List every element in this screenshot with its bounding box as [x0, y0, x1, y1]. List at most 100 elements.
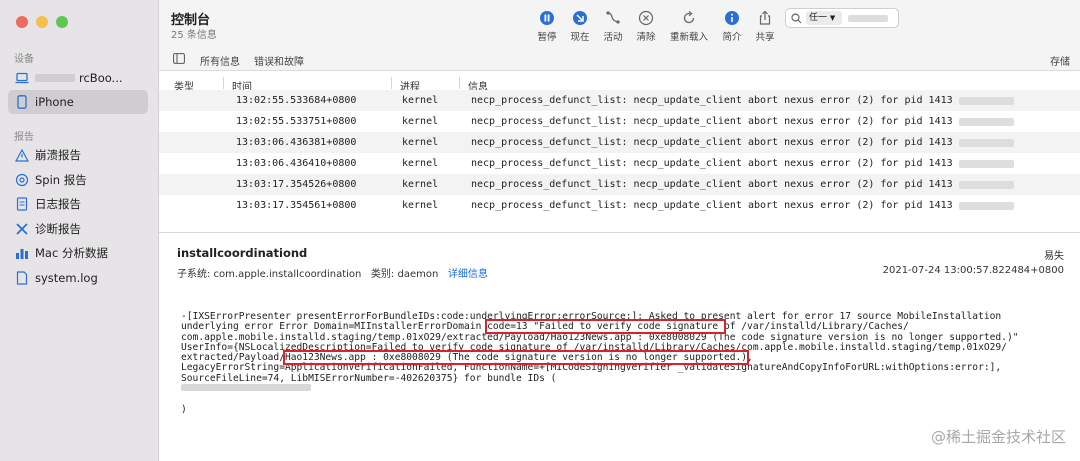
chevron-down-icon: ▼ [829, 14, 836, 22]
message-count: 25 条信息 [171, 30, 217, 41]
sidebar-item-crash-reports[interactable]: 崩溃报告 [8, 143, 148, 167]
cell-time: 13:03:17.354526+0800 [236, 179, 357, 190]
spin-icon [15, 173, 29, 187]
file-icon [15, 271, 29, 285]
warning-icon [15, 148, 29, 162]
activity-label: 活动 [603, 32, 623, 43]
table-row[interactable]: 13:03:17.354526+0800 kernel necp_process… [159, 174, 1080, 195]
sidebar-item-label: 崩溃报告 [35, 148, 81, 162]
sidebar-item-iphone[interactable]: iPhone [8, 90, 148, 114]
table-row[interactable]: 13:03:06.436410+0800 kernel necp_process… [159, 153, 1080, 174]
redacted-text [959, 202, 1014, 210]
save-button[interactable]: 存储 [1050, 53, 1070, 68]
redacted-search-text [848, 15, 888, 22]
cell-process: kernel [402, 158, 439, 169]
sidebar-toggle-icon[interactable] [173, 53, 185, 67]
cell-message: necp_process_defunct_list: necp_update_c… [471, 158, 953, 169]
sidebar-item-label: 日志报告 [35, 197, 81, 211]
cell-message: necp_process_defunct_list: necp_update_c… [471, 137, 953, 148]
pause-icon [539, 10, 555, 26]
sidebar-item-log-reports[interactable]: 日志报告 [8, 192, 148, 216]
bar-chart-icon [15, 246, 29, 260]
devices-section-title: 设备 [14, 54, 34, 65]
search-token[interactable]: 任一 ▼ [806, 11, 842, 25]
table-row[interactable]: 13:03:17.354561+0800 kernel necp_process… [159, 195, 1080, 216]
redacted-text [959, 118, 1014, 126]
detail-message-type: 易失 [1044, 251, 1064, 262]
cell-time: 13:03:06.436410+0800 [236, 158, 357, 169]
detail-timestamp: 2021-07-24 13:00:57.822484+0800 [882, 265, 1064, 276]
sidebar-item-mac[interactable]: rcBoo... [8, 66, 148, 90]
cell-time: 13:02:55.533684+0800 [236, 95, 357, 106]
sidebar-item-iphone-label: iPhone [35, 95, 74, 109]
redacted-name [35, 74, 75, 82]
share-icon [757, 10, 773, 26]
reports-section-title: 报告 [14, 132, 34, 143]
sidebar-item-mac-label: rcBoo... [79, 71, 123, 85]
tools-icon [15, 222, 29, 236]
minimize-window-button[interactable] [36, 16, 48, 28]
cell-process: kernel [402, 200, 439, 211]
cell-process: kernel [402, 137, 439, 148]
cell-time: 13:03:06.436381+0800 [236, 137, 357, 148]
column-divider[interactable] [223, 77, 224, 89]
sidebar: 设备 rcBoo... iPhone 报告 崩溃报告 Spin 报告 日志报告 … [0, 0, 159, 461]
detail-category: 类别: daemon [370, 269, 439, 280]
filter-bar: 所有信息 错误和故障 存储 [159, 48, 1080, 71]
share-label: 共享 [755, 32, 775, 43]
detail-meta: 子系统: com.apple.installcoordination 类别: d… [177, 265, 488, 280]
message-line: SourceFileLine=74, LibMISErrorNumber=-40… [181, 372, 557, 384]
table-row[interactable]: 13:02:55.533751+0800 kernel necp_process… [159, 111, 1080, 132]
search-field[interactable]: 任一 ▼ [785, 8, 899, 28]
now-label: 现在 [570, 32, 590, 43]
zoom-window-button[interactable] [56, 16, 68, 28]
sidebar-item-diagnostic-reports[interactable]: 诊断报告 [8, 217, 148, 241]
laptop-icon [15, 71, 29, 85]
phone-icon [15, 95, 29, 109]
share-button[interactable]: 共享 [745, 10, 785, 43]
cell-time: 13:03:17.354561+0800 [236, 200, 357, 211]
sidebar-item-spin-reports[interactable]: Spin 报告 [8, 168, 148, 192]
reload-button[interactable]: 重新载入 [667, 10, 711, 43]
close-window-button[interactable] [16, 16, 28, 28]
cell-process: kernel [402, 95, 439, 106]
sidebar-item-label: Mac 分析数据 [35, 246, 108, 260]
table-row[interactable]: 13:02:55.533684+0800 kernel necp_process… [159, 90, 1080, 111]
detail-process-name: installcoordinationd [177, 246, 308, 260]
info-icon [724, 10, 740, 26]
column-divider[interactable] [391, 77, 392, 89]
cell-message: necp_process_defunct_list: necp_update_c… [471, 179, 953, 190]
document-icon [15, 197, 29, 211]
pause-label: 暂停 [537, 32, 557, 43]
detail-message-body[interactable]: -[IXSErrorPresenter presentErrorForBundl… [181, 311, 1061, 415]
filter-errors-faults[interactable]: 错误和故障 [254, 53, 304, 68]
clear-label: 清除 [636, 32, 656, 43]
detail-subsystem: 子系统: com.apple.installcoordination [177, 269, 362, 280]
cell-message: necp_process_defunct_list: necp_update_c… [471, 95, 953, 106]
redacted-text [959, 139, 1014, 147]
clear-icon [638, 10, 654, 26]
cell-message: necp_process_defunct_list: necp_update_c… [471, 116, 953, 127]
watermark: @稀土掘金技术社区 [930, 428, 1066, 446]
toolbar: 控制台 25 条信息 暂停 现在 活动 清除 重新载入 简介 共享 任一 ▼ [159, 0, 1080, 48]
sidebar-item-label: system.log [35, 271, 98, 285]
activity-icon [605, 10, 621, 26]
info-label: 简介 [722, 32, 742, 43]
detail-more-info-link[interactable]: 详细信息 [448, 269, 488, 280]
filter-all-messages[interactable]: 所有信息 [200, 53, 240, 68]
window-controls [16, 16, 68, 28]
redacted-bundle-id [181, 384, 311, 392]
redacted-text [959, 97, 1014, 105]
now-icon [572, 10, 588, 26]
table-row[interactable]: 13:03:06.436381+0800 kernel necp_process… [159, 132, 1080, 153]
column-divider[interactable] [459, 77, 460, 89]
clear-button[interactable]: 清除 [626, 10, 666, 43]
message-line: ) [181, 403, 187, 415]
redacted-text [959, 160, 1014, 168]
sidebar-item-mac-analytics[interactable]: Mac 分析数据 [8, 241, 148, 265]
reload-icon [681, 10, 697, 26]
cell-process: kernel [402, 116, 439, 127]
cell-time: 13:02:55.533751+0800 [236, 116, 357, 127]
sidebar-item-label: Spin 报告 [35, 173, 87, 187]
sidebar-item-system-log[interactable]: system.log [8, 266, 148, 290]
